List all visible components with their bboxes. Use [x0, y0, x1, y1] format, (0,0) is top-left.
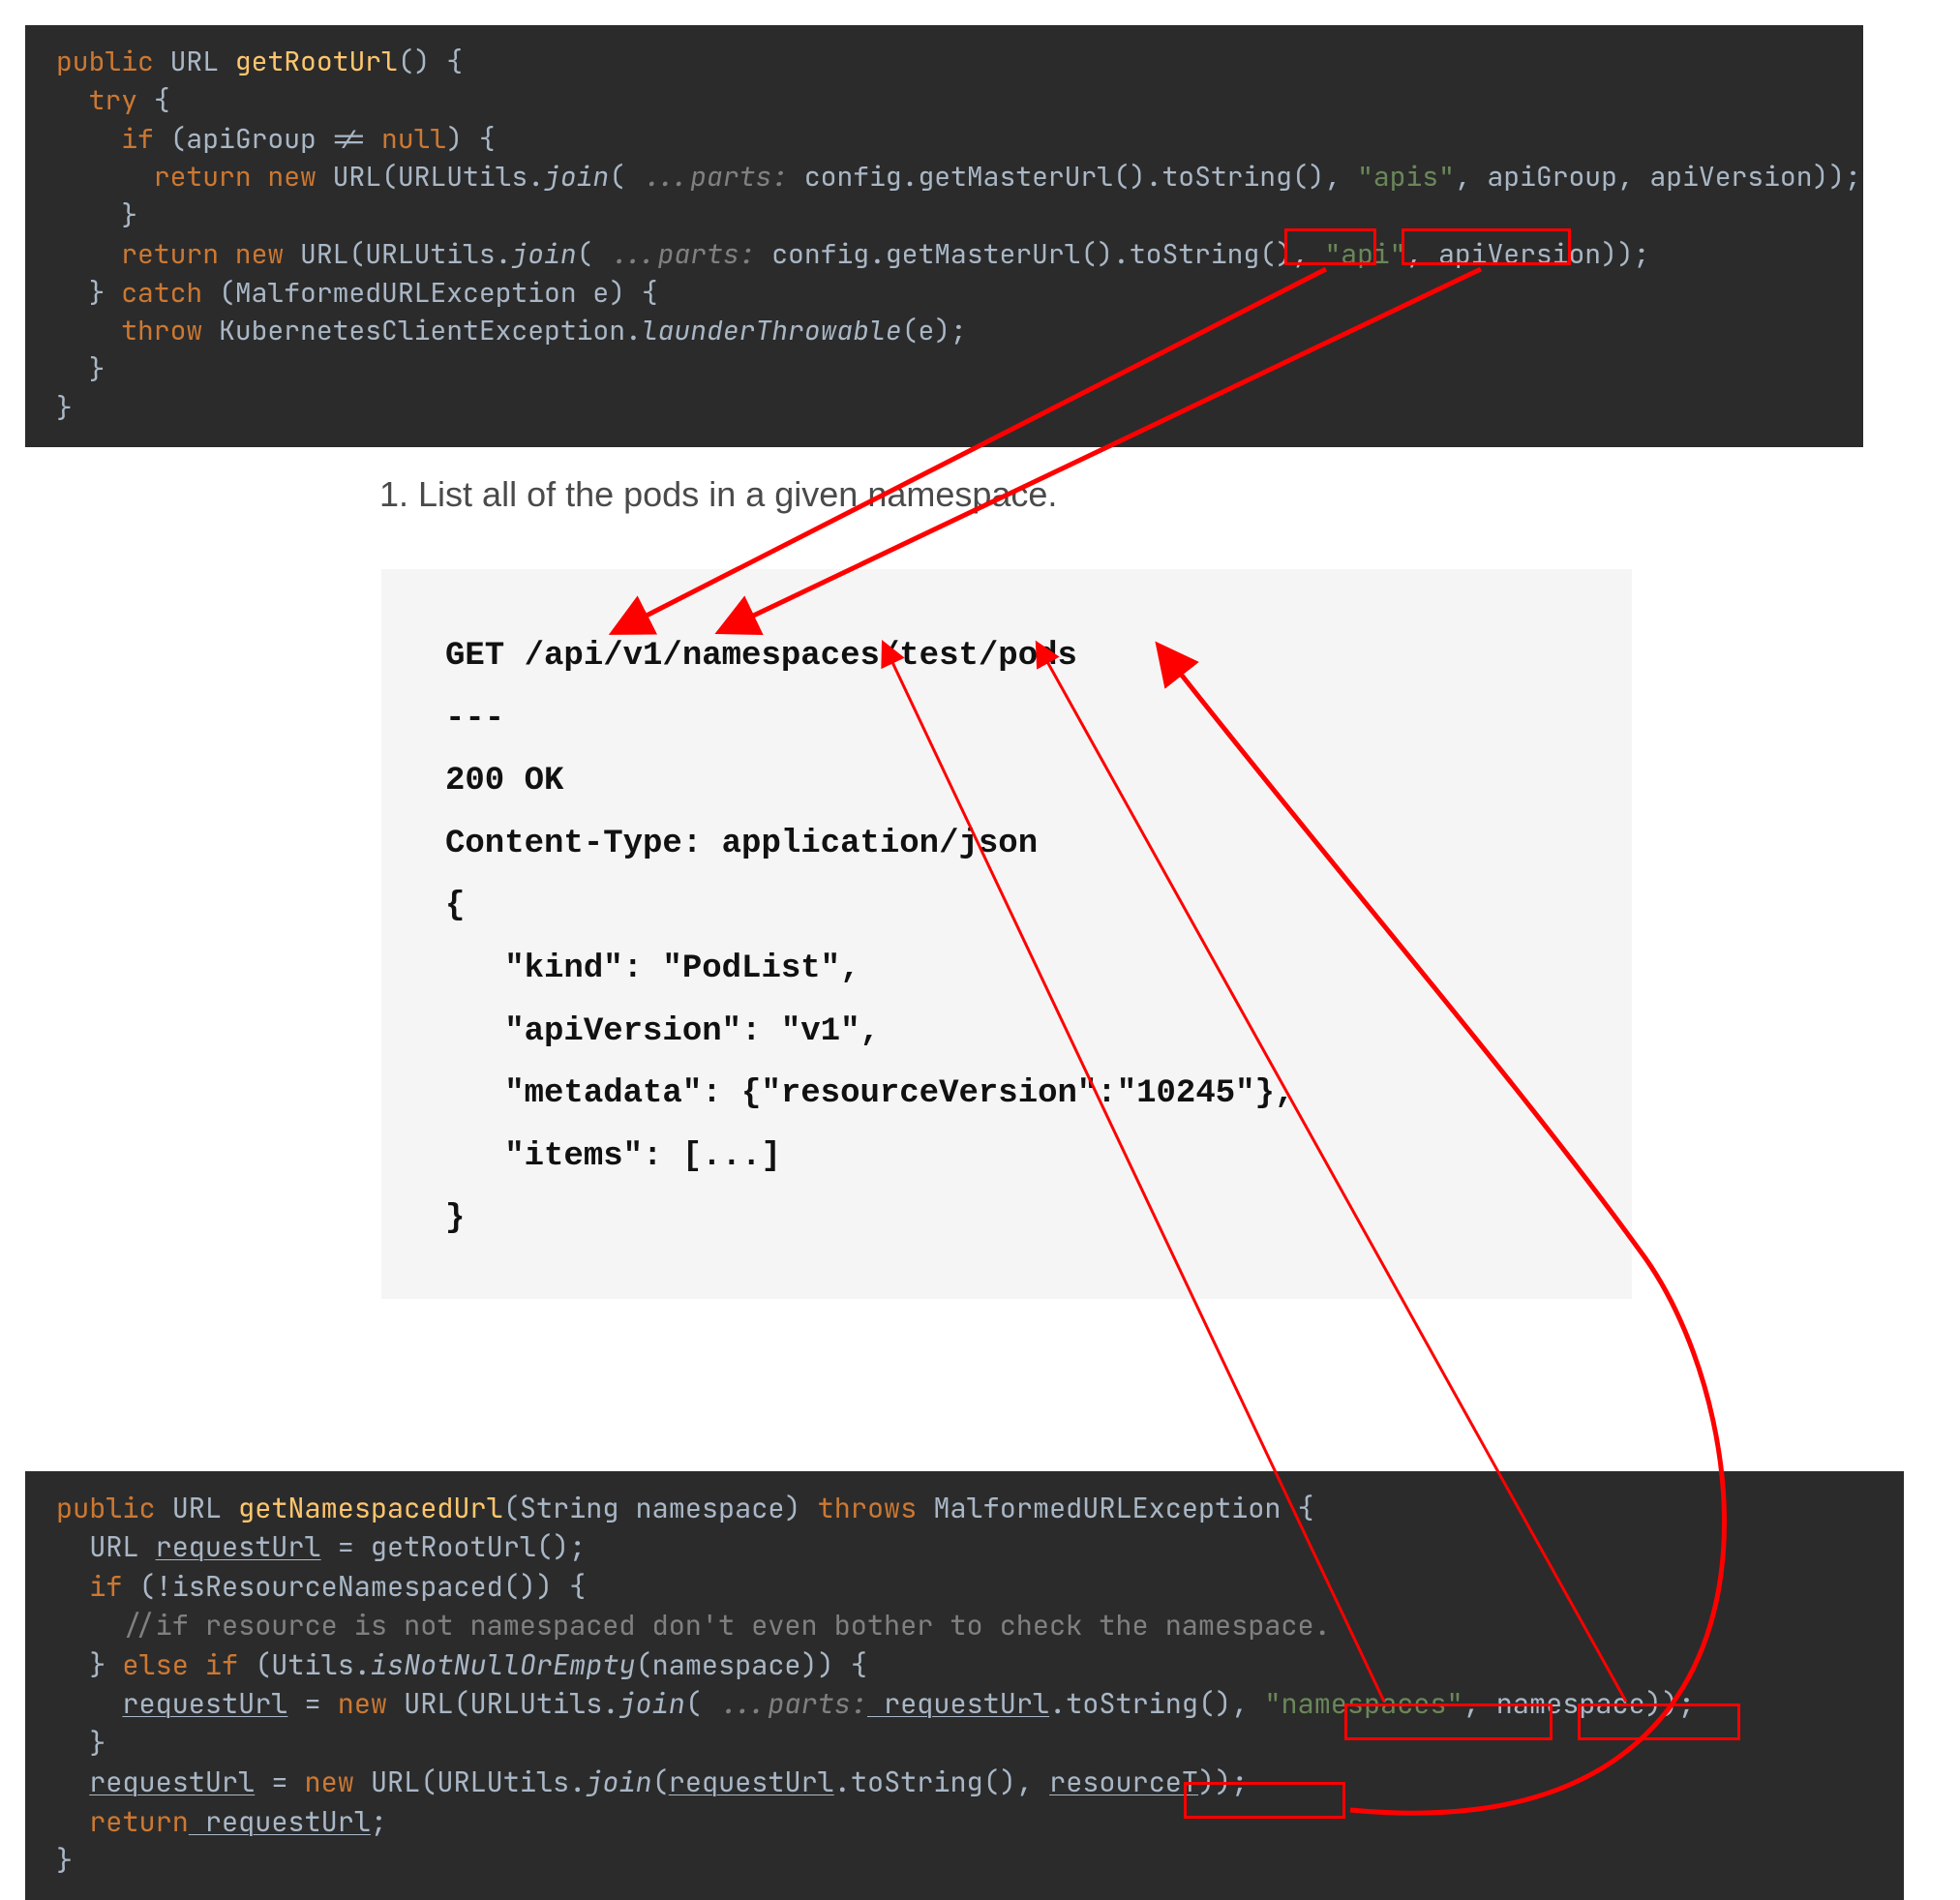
t: (namespace)) {: [636, 1646, 867, 1683]
t: }: [56, 390, 73, 426]
kw-if: if: [121, 121, 154, 157]
page: public URL getRootUrl() { try { if (apiG…: [0, 0, 1960, 1889]
u: requestUrl: [156, 1528, 321, 1565]
kw-catch: catch: [121, 275, 202, 311]
u: requestUrl: [669, 1764, 834, 1800]
http-block: GET /api/v1/namespaces/test/pods --- 200…: [381, 569, 1632, 1299]
t: (apiGroup !=: [154, 121, 381, 157]
t: URL(URLUtils.: [354, 1764, 586, 1800]
t: MalformedURLException {: [917, 1490, 1313, 1526]
fn: isNotNullOrEmpty: [371, 1646, 636, 1683]
kw-null: null: [381, 121, 446, 157]
t: KubernetesClientException.: [202, 313, 642, 348]
kw-elseif: else if: [122, 1646, 238, 1683]
kw-throw: throw: [121, 313, 202, 348]
t: config.getMasterUrl().toString(),: [755, 236, 1324, 272]
hint: ...parts:: [625, 159, 788, 195]
t: URL(URLUtils.: [284, 236, 511, 272]
t: ;: [371, 1803, 387, 1840]
t: }: [89, 351, 106, 387]
u: requestUrl: [189, 1803, 371, 1840]
code-block-top: public URL getRootUrl() { try { if (apiG…: [25, 25, 1863, 447]
t: .toString(),: [1049, 1685, 1264, 1722]
t: }: [89, 275, 122, 311]
t: config.getMasterUrl().toString(),: [788, 159, 1357, 195]
heading-text: 1. List all of the pods in a given names…: [379, 474, 1057, 515]
t: }: [121, 197, 137, 233]
box-resourcet: [1184, 1782, 1345, 1819]
t: ) {: [446, 121, 495, 157]
hint: ...parts:: [702, 1685, 867, 1722]
t: (String namespace): [503, 1490, 818, 1526]
comment: //if resource is not namespaced don't ev…: [122, 1607, 1330, 1644]
t: URL(URLUtils.: [317, 159, 544, 195]
box-api: [1284, 228, 1376, 265]
t: (: [652, 1764, 669, 1800]
kw-return: return new: [154, 159, 317, 195]
u: requestUrl: [867, 1685, 1049, 1722]
u: requestUrl: [89, 1764, 255, 1800]
kw-new: new: [305, 1764, 354, 1800]
str: "apis": [1357, 159, 1455, 195]
t: (!isResourceNamespaced()) {: [122, 1568, 586, 1605]
t: (Utils.: [238, 1646, 371, 1683]
box-namespace: [1578, 1704, 1740, 1740]
t: () {: [398, 44, 463, 79]
t: }: [89, 1725, 106, 1762]
kw-public: public: [56, 44, 154, 79]
fn-launder: launderThrowable: [642, 313, 902, 348]
t: URL: [89, 1528, 155, 1565]
fn-getnamespacedurl: getNamespacedUrl: [238, 1490, 503, 1526]
t: , apiGroup, apiVersion));: [1455, 159, 1861, 195]
kw-new: new: [338, 1685, 387, 1722]
box-namespaces: [1344, 1704, 1553, 1740]
code-block-bottom: public URL getNamespacedUrl(String names…: [25, 1471, 1904, 1900]
hint: ...parts:: [592, 236, 755, 272]
t: URL: [156, 1490, 239, 1526]
fn-join: join: [544, 159, 609, 195]
kw-throws: throws: [818, 1490, 918, 1526]
kw-public: public: [56, 1490, 156, 1526]
u: requestUrl: [122, 1685, 287, 1722]
kw-return: return: [89, 1803, 189, 1840]
t: }: [56, 1842, 73, 1879]
t: =: [255, 1764, 304, 1800]
kw-return: return new: [121, 236, 284, 272]
t: {: [137, 82, 170, 118]
t: (MalformedURLException e) {: [202, 275, 657, 311]
t: URL(URLUtils.: [387, 1685, 618, 1722]
t: URL: [170, 44, 219, 79]
t: (e);: [902, 313, 967, 348]
kw-if: if: [89, 1568, 122, 1605]
t: =: [287, 1685, 337, 1722]
u-resourcet: resourceT: [1049, 1764, 1198, 1800]
fn-join: join: [618, 1685, 684, 1722]
fn-join: join: [511, 236, 576, 272]
kw-try: try: [89, 82, 137, 118]
box-apiversion: [1402, 228, 1571, 265]
fn-join: join: [586, 1764, 651, 1800]
t: .toString(),: [834, 1764, 1049, 1800]
fn-getrooturl: getRootUrl: [235, 44, 398, 79]
t: = getRootUrl();: [321, 1528, 587, 1565]
t: }: [89, 1646, 122, 1683]
